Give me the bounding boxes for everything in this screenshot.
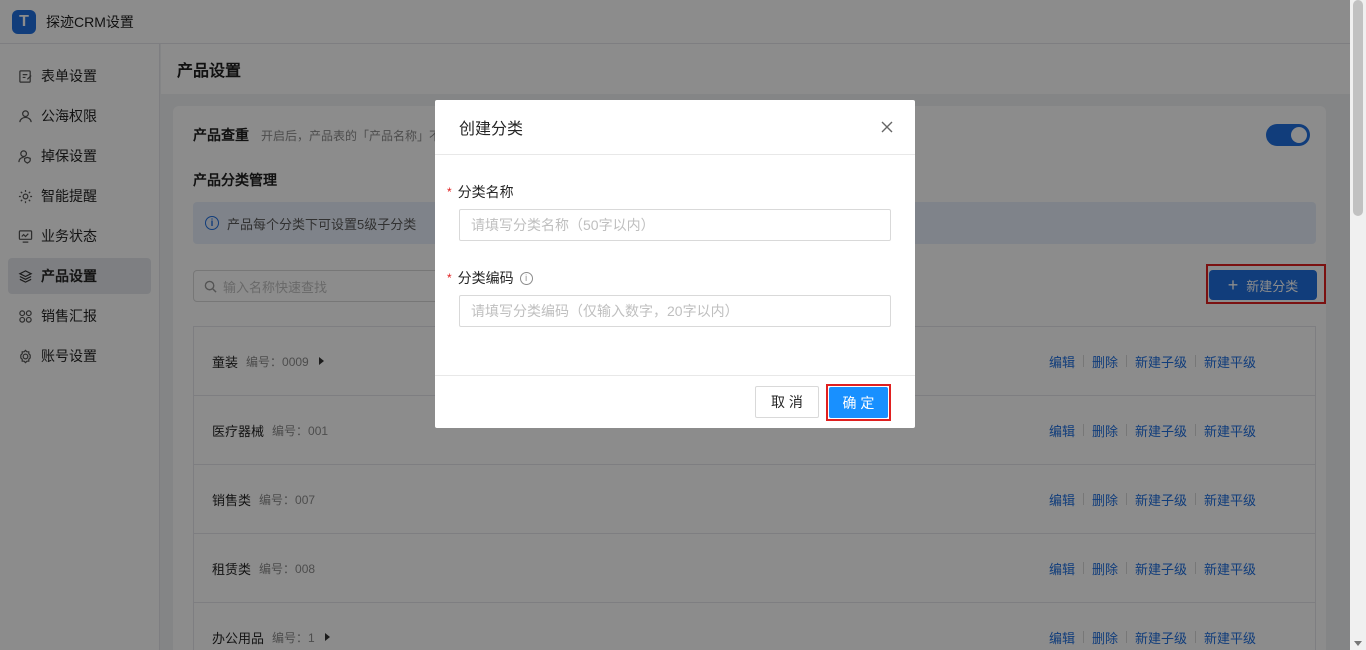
create-category-dialog: 创建分类 * 分类名称 * 分类编码 i 取 消 确 定 [435, 100, 915, 428]
ok-button-highlight: 确 定 [826, 384, 891, 421]
close-icon[interactable] [879, 119, 895, 135]
required-mark: * [447, 271, 452, 285]
cancel-button[interactable]: 取 消 [755, 386, 819, 418]
category-name-label-text: 分类名称 [457, 184, 514, 200]
category-code-input[interactable] [459, 295, 891, 327]
dialog-title: 创建分类 [459, 121, 524, 138]
scrollbar-thumb[interactable] [1353, 0, 1363, 216]
required-mark: * [447, 185, 452, 199]
help-info-icon[interactable]: i [519, 271, 533, 285]
dialog-header: 创建分类 [435, 100, 915, 155]
category-code-label: * 分类编码 i [447, 268, 533, 288]
category-code-label-text: 分类编码 [457, 270, 514, 286]
category-name-label: * 分类名称 [447, 182, 514, 202]
dialog-footer: 取 消 确 定 [435, 375, 915, 428]
category-name-input[interactable] [459, 209, 891, 241]
page-scrollbar[interactable] [1350, 0, 1366, 650]
confirm-button[interactable]: 确 定 [829, 387, 888, 418]
scroll-down-arrow-icon[interactable] [1354, 641, 1362, 646]
